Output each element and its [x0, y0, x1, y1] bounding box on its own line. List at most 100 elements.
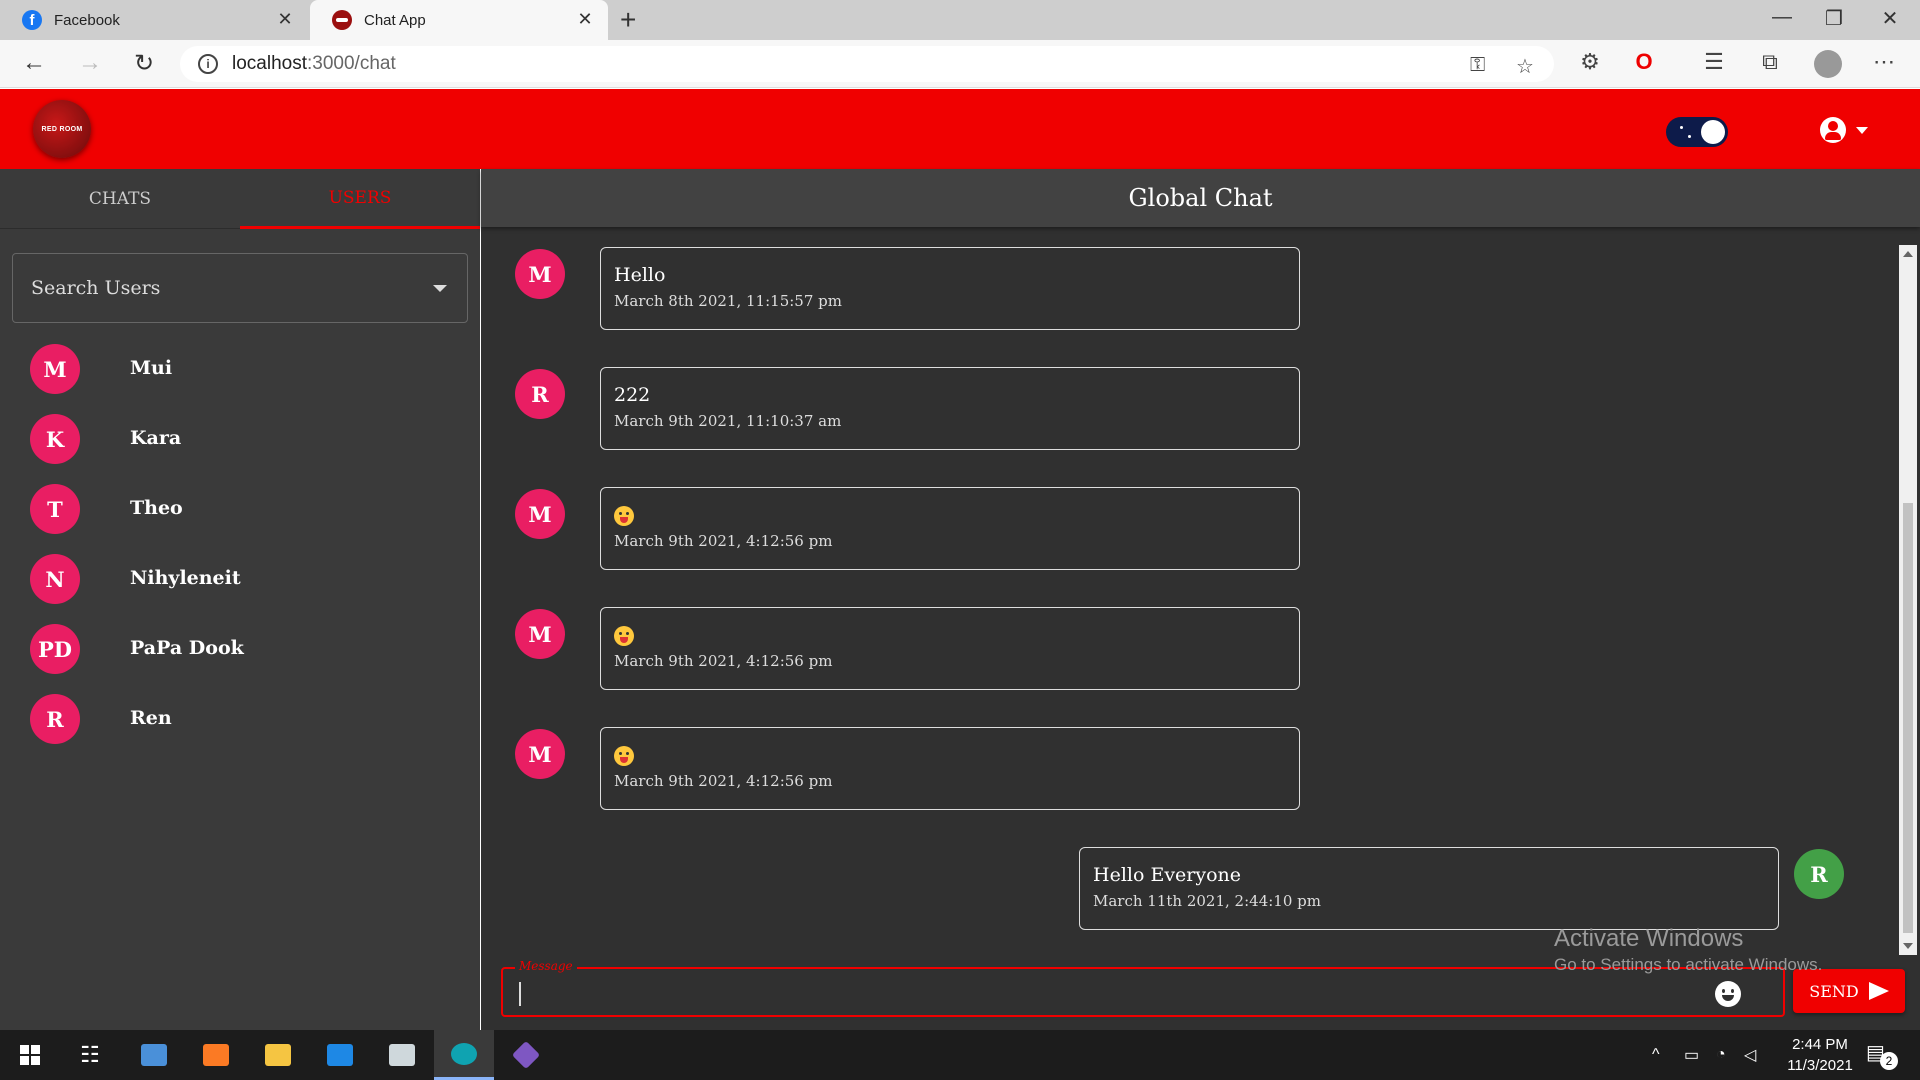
browser-tab-facebook[interactable]: f Facebook ✕ — [0, 0, 308, 40]
back-icon[interactable]: ← — [16, 49, 52, 77]
message-text: 222 — [614, 384, 651, 406]
windows-logo-icon — [20, 1045, 40, 1065]
chat-scrollbar[interactable] — [1899, 245, 1917, 955]
avatar: M — [515, 489, 565, 539]
reload-icon[interactable]: ↻ — [126, 49, 162, 78]
app-logo[interactable]: RED ROOM — [33, 100, 91, 158]
task-view-icon[interactable]: ☷ — [60, 1030, 120, 1080]
user-list-item[interactable]: T Theo — [0, 474, 480, 544]
tab-chats[interactable]: CHATS — [0, 169, 240, 229]
close-tab-icon[interactable]: ✕ — [274, 9, 296, 30]
message-text: Hello Everyone — [1093, 864, 1242, 886]
message-text: Hello — [614, 264, 666, 286]
volume-icon[interactable]: ◁ — [1744, 1030, 1756, 1080]
url-text[interactable]: localhost:3000/chat — [232, 53, 396, 75]
chat-panel: Global Chat M Hello March 8th 2021, 11:1… — [481, 169, 1920, 1030]
dropdown-arrow-icon — [433, 285, 447, 292]
user-name: Nihyleneit — [130, 567, 241, 589]
start-button[interactable] — [0, 1030, 60, 1080]
tongue-emoji-icon — [614, 746, 634, 766]
vscode-icon[interactable] — [310, 1030, 370, 1080]
url-field[interactable]: i localhost:3000/chat ⚿ ☆ — [180, 46, 1554, 82]
user-name: Mui — [130, 357, 173, 379]
browser-tab-strip: f Facebook ✕ Chat App ✕ + — ❐ ✕ — [0, 0, 1920, 40]
favorites-icon[interactable]: ☰ — [1698, 49, 1730, 75]
activate-windows-watermark: Activate Windows Go to Settings to activ… — [1554, 925, 1823, 974]
message-bubble: March 9th 2021, 4:12:56 pm — [600, 607, 1300, 690]
avatar: M — [515, 729, 565, 779]
facebook-icon: f — [22, 10, 42, 30]
message-input-label: Message — [515, 959, 577, 973]
collections-icon[interactable]: ⧉ — [1754, 49, 1786, 75]
show-hidden-icons[interactable]: ^ — [1652, 1030, 1660, 1080]
edge-icon[interactable] — [434, 1030, 494, 1080]
account-icon[interactable] — [1820, 117, 1846, 143]
send-button[interactable]: SEND — [1793, 969, 1905, 1013]
user-list-item[interactable]: M Mui — [0, 334, 480, 404]
tab-users[interactable]: USERS — [240, 169, 480, 229]
avatar: T — [30, 484, 80, 534]
close-tab-icon[interactable]: ✕ — [574, 9, 596, 30]
browser-tab-chat-app[interactable]: Chat App ✕ — [310, 0, 608, 40]
scroll-down-icon[interactable] — [1903, 943, 1913, 949]
forward-icon[interactable]: → — [72, 49, 108, 77]
address-bar: ← → ↻ i localhost:3000/chat ⚿ ☆ ⚙ O ☰ ⧉ … — [0, 40, 1920, 88]
wifi-icon[interactable]: ◔ — [1716, 1030, 1726, 1080]
app-favicon — [332, 10, 352, 30]
toggle-knob — [1701, 120, 1725, 144]
message-time: March 9th 2021, 11:10:37 am — [614, 412, 842, 430]
user-list-item[interactable]: R Ren — [0, 684, 480, 754]
info-icon[interactable]: i — [198, 54, 218, 74]
search-users-select[interactable]: Search Users — [12, 253, 468, 323]
key-icon[interactable]: ⚿ — [1470, 54, 1485, 77]
message-bubble: Hello March 8th 2021, 11:15:57 pm — [600, 247, 1300, 330]
system-clock[interactable]: 2:44 PM 11/3/2021 — [1770, 1034, 1870, 1076]
user-list-item[interactable]: K Kara — [0, 404, 480, 474]
git-icon[interactable] — [496, 1030, 556, 1080]
search-users-label: Search Users — [31, 277, 161, 299]
restore-icon[interactable]: ❐ — [1814, 6, 1854, 31]
avatar: PD — [30, 624, 80, 674]
tongue-emoji-icon — [614, 626, 634, 646]
message-bubble: March 9th 2021, 4:12:56 pm — [600, 727, 1300, 810]
notification-badge: 2 — [1880, 1052, 1898, 1070]
control-panel-icon[interactable] — [124, 1030, 184, 1080]
battery-icon[interactable]: ▭ — [1684, 1030, 1699, 1080]
favorite-add-icon[interactable]: ☆ — [1516, 54, 1534, 79]
user-name: Kara — [130, 427, 182, 449]
avatar: K — [30, 414, 80, 464]
message-time: March 9th 2021, 4:12:56 pm — [614, 652, 833, 670]
notifications-icon[interactable]: ▤ 2 — [1866, 1040, 1898, 1070]
xampp-icon[interactable] — [186, 1030, 246, 1080]
extension-icon[interactable]: ⚙ — [1574, 49, 1606, 75]
theme-toggle[interactable] — [1666, 117, 1728, 147]
scroll-up-icon[interactable] — [1903, 251, 1913, 257]
profile-icon[interactable] — [1814, 50, 1842, 78]
minimize-icon[interactable]: — — [1762, 6, 1802, 29]
chat-title: Global Chat — [481, 169, 1920, 227]
new-tab-button[interactable]: + — [620, 4, 636, 36]
message-time: March 9th 2021, 4:12:56 pm — [614, 772, 833, 790]
app-window-icon[interactable] — [372, 1030, 432, 1080]
user-name: Theo — [130, 497, 183, 519]
emoji-picker-icon[interactable] — [1715, 981, 1741, 1007]
user-list-item[interactable]: N Nihyleneit — [0, 544, 480, 614]
user-list-item[interactable]: PD PaPa Dook — [0, 614, 480, 684]
tab-title: Facebook — [54, 11, 120, 29]
more-icon[interactable]: ⋯ — [1868, 49, 1900, 75]
user-name: PaPa Dook — [130, 637, 244, 659]
send-label: SEND — [1809, 981, 1859, 1001]
sidebar: CHATS USERS Search Users M Mui K Kara T … — [0, 169, 480, 1030]
message-time: March 9th 2021, 4:12:56 pm — [614, 532, 833, 550]
message-time: March 8th 2021, 11:15:57 pm — [614, 292, 842, 310]
avatar: M — [30, 344, 80, 394]
scrollbar-thumb[interactable] — [1903, 503, 1913, 933]
avatar: R — [515, 369, 565, 419]
chevron-down-icon[interactable] — [1856, 127, 1868, 134]
avatar: M — [515, 609, 565, 659]
opera-icon[interactable]: O — [1628, 49, 1660, 75]
user-name: Ren — [130, 707, 172, 729]
tongue-emoji-icon — [614, 506, 634, 526]
file-explorer-icon[interactable] — [248, 1030, 308, 1080]
close-window-icon[interactable]: ✕ — [1870, 6, 1910, 31]
